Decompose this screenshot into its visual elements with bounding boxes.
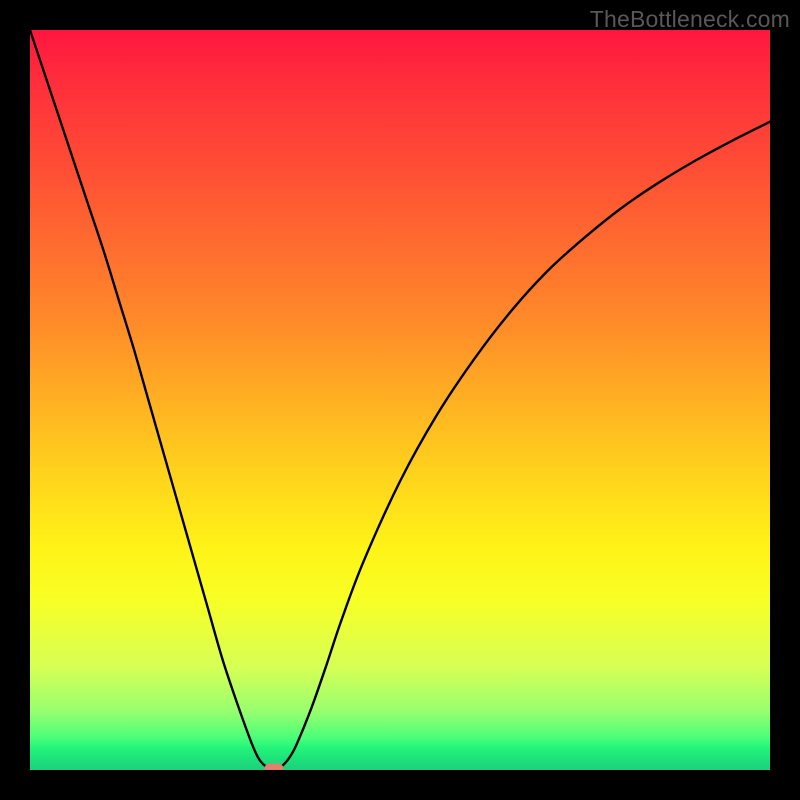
optimal-marker: [265, 764, 284, 770]
watermark-text: TheBottleneck.com: [590, 6, 790, 33]
bottleneck-curve: [30, 30, 770, 770]
plot-area: [30, 30, 770, 770]
